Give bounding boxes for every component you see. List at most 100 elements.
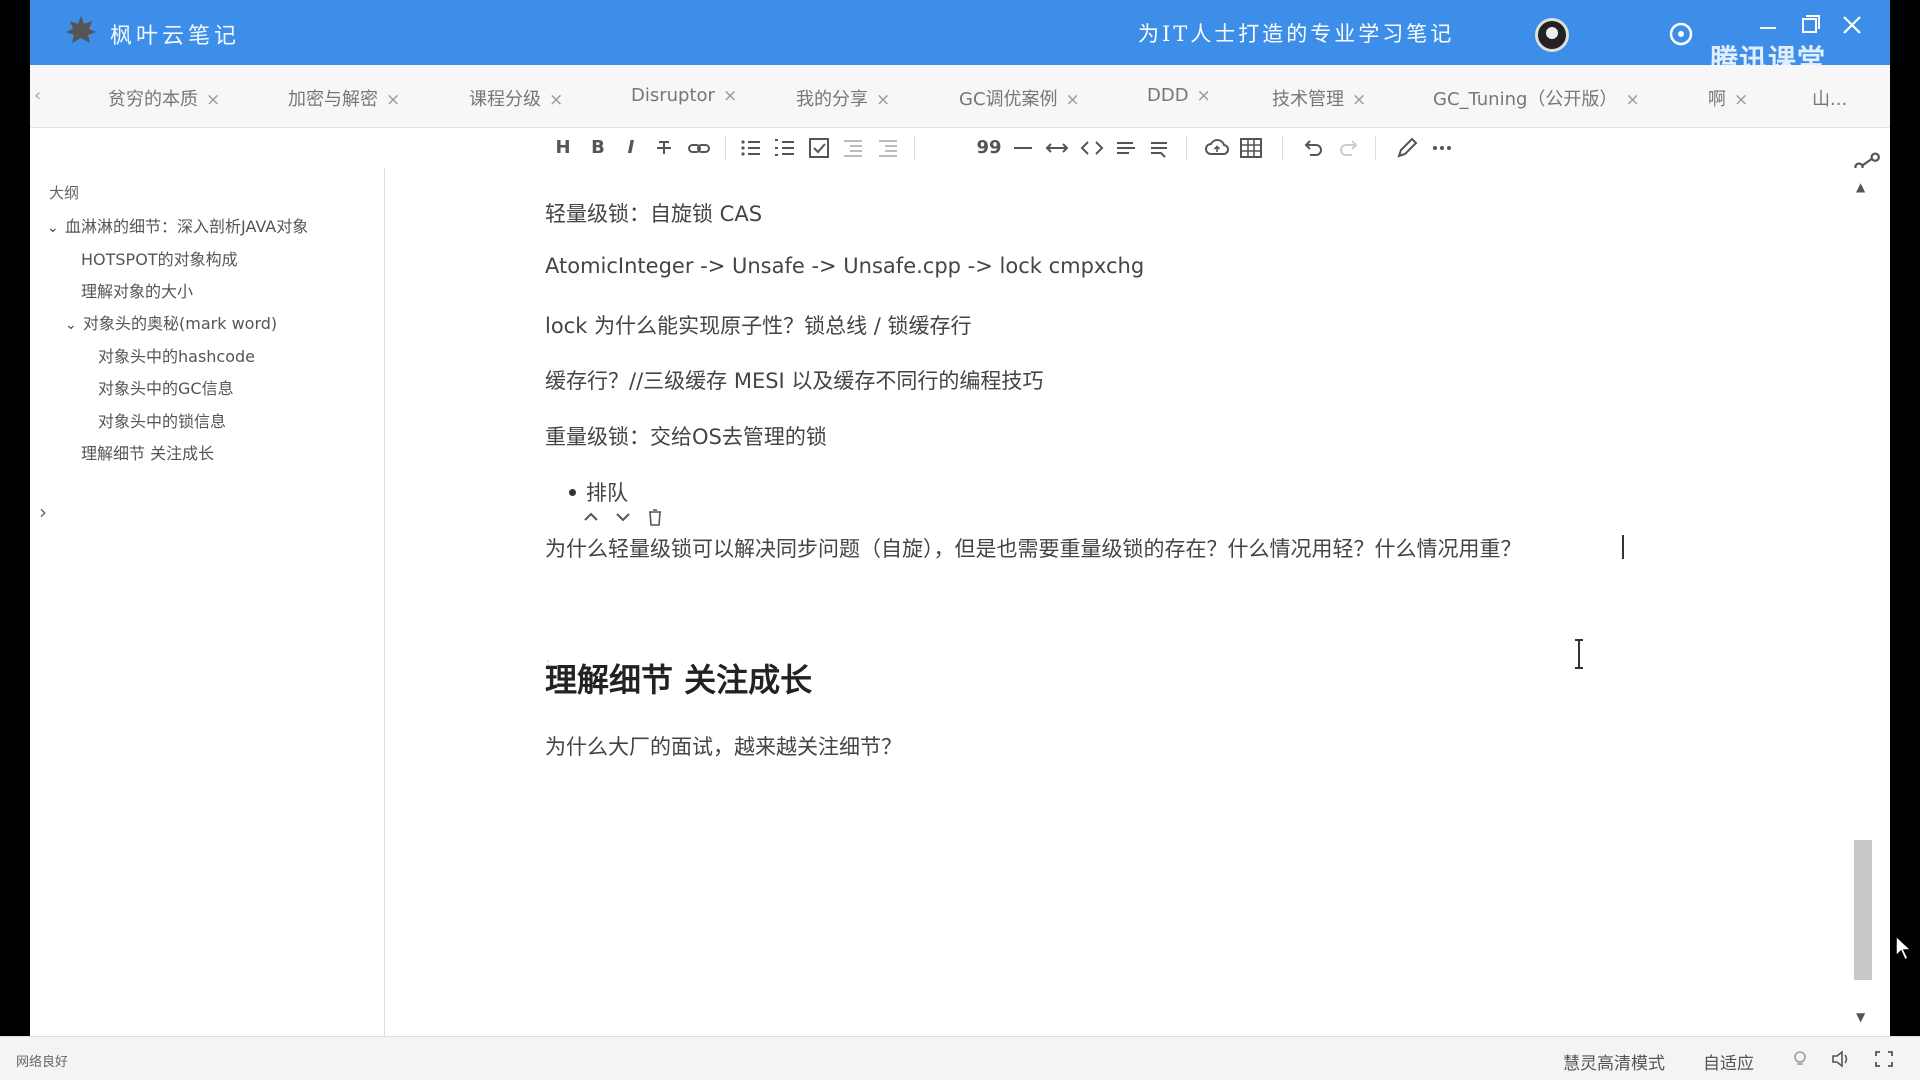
ibeam-cursor-icon [1575,639,1583,669]
volume-icon[interactable] [1830,1049,1852,1069]
code-icon[interactable] [1079,135,1105,161]
tab-close-icon[interactable]: × [1197,86,1211,106]
minimize-window-icon[interactable] [1750,10,1786,42]
outline-item-label: 理解细节 关注成长 [81,444,215,463]
outdent-icon[interactable] [840,135,866,161]
scrollbar-thumb[interactable] [1854,840,1872,980]
chevron-right-icon[interactable]: › [39,500,47,524]
horizontal-rule-icon[interactable] [1010,135,1036,161]
paragraph[interactable]: AtomicInteger -> Unsafe -> Unsafe.cpp ->… [545,254,1144,278]
bulb-icon[interactable] [1789,1049,1811,1069]
tab-label: DDD [1147,85,1189,106]
tab-close-icon[interactable]: × [1734,90,1748,110]
outline-item-label: 理解对象的大小 [81,282,194,301]
tab-close-icon[interactable]: × [1625,90,1639,110]
tab-overflow[interactable]: 山... [1812,85,1848,110]
toolbar-separator [1282,136,1283,160]
more-icon[interactable] [1429,135,1455,161]
tab-close-icon[interactable]: × [549,90,563,110]
tab-label: 贫穷的本质 [108,89,198,110]
tab-ddd[interactable]: DDD × [1147,85,1211,109]
expand-icon[interactable] [1044,135,1070,161]
bullet-list-icon[interactable] [738,135,764,161]
tab-label: 山... [1812,89,1848,110]
tab-tech-management[interactable]: 技术管理 × [1272,85,1366,110]
tab-disruptor[interactable]: Disruptor × [631,85,737,109]
paragraph[interactable]: lock 为什么能实现原子性？锁总线 / 锁缓存行 [545,310,972,340]
tab-label: 技术管理 [1272,89,1344,110]
gear-icon[interactable] [1666,19,1696,49]
outline-item[interactable]: HOTSPOT的对象构成 [81,246,238,270]
outline-item[interactable]: 对象头中的锁信息 [98,408,226,432]
bullet-item[interactable]: 排队 [586,477,628,507]
tab-course-level[interactable]: 课程分级 × [469,85,563,110]
tab-poverty[interactable]: 贫穷的本质 × [108,85,220,110]
outline-item[interactable]: 对象头中的GC信息 [98,375,234,399]
outline-item[interactable]: 理解对象的大小 [81,278,193,302]
tab-label: GC调优案例 [959,89,1058,110]
close-window-icon[interactable] [1834,10,1870,42]
paragraph[interactable]: 为什么轻量级锁可以解决同步问题（自旋），但是也需要重量级锁的存在？什么情况用轻？… [545,533,1522,563]
status-bar: 网络良好 慧灵高清模式 自适应 [0,1036,1920,1080]
outline-item-label: HOTSPOT的对象构成 [81,250,238,269]
section-heading[interactable]: 理解细节 关注成长 [545,655,812,701]
outline-item[interactable]: 理解细节 关注成长 [81,440,214,464]
tab-label: 加密与解密 [288,89,378,110]
tab-ah[interactable]: 啊 × [1708,85,1748,110]
strikethrough-icon[interactable] [651,135,677,161]
tab-label: GC_Tuning（公开版） [1433,89,1618,110]
tab-gc-cases[interactable]: GC调优案例 × [959,85,1080,110]
inline-code-icon[interactable] [1113,135,1139,161]
outline-item[interactable]: ⌄ 血淋淋的细节：深入剖析JAVA对象 [47,213,308,237]
heading-button[interactable]: H [550,135,576,161]
table-icon[interactable] [1238,135,1264,161]
bullet-dot [569,489,576,496]
quality-mode-button[interactable]: 慧灵高清模式 [1563,1049,1665,1074]
tab-close-icon[interactable]: × [1352,90,1366,110]
maximize-window-icon[interactable] [1792,10,1828,42]
quote-button[interactable]: 99 [976,135,1002,161]
cloud-upload-icon[interactable] [1204,135,1230,161]
checkbox-list-icon[interactable] [806,135,832,161]
tab-close-icon[interactable]: × [206,90,220,110]
indent-icon[interactable] [875,135,901,161]
tab-close-icon[interactable]: × [876,90,890,110]
chevron-up-icon[interactable] [580,506,602,528]
fullscreen-icon[interactable] [1873,1049,1895,1069]
paragraph[interactable]: 轻量级锁：自旋锁 CAS [545,198,762,228]
tab-gc-tuning[interactable]: GC_Tuning（公开版） × [1433,85,1640,110]
code-block-icon[interactable] [1147,135,1173,161]
tab-close-icon[interactable]: × [1066,90,1080,110]
redo-icon[interactable] [1336,135,1362,161]
maple-leaf-logo-icon [66,16,96,43]
outline-item[interactable]: ⌄ 对象头的奥秘(mark word) [65,310,277,334]
fit-mode-button[interactable]: 自适应 [1703,1049,1754,1074]
trash-icon[interactable] [644,506,666,528]
paragraph[interactable]: 重量级锁：交给OS去管理的锁 [545,421,827,451]
tab-label: 啊 [1708,89,1726,110]
outline-item[interactable]: 对象头中的hashcode [98,343,255,367]
italic-button[interactable]: I [618,135,644,161]
tab-scroll-left-icon[interactable]: ‹ [34,85,41,106]
pencil-icon[interactable] [1394,135,1420,161]
editor-content[interactable]: 轻量级锁：自旋锁 CAS AtomicInteger -> Unsafe -> … [386,168,1890,1036]
undo-icon[interactable] [1300,135,1326,161]
tab-my-share[interactable]: 我的分享 × [796,85,890,110]
tab-close-icon[interactable]: × [386,90,400,110]
chevron-down-icon[interactable] [612,506,634,528]
tab-close-icon[interactable]: × [723,86,737,106]
bold-button[interactable]: B [585,135,611,161]
tab-label: Disruptor [631,85,715,106]
chevron-down-icon[interactable]: ⌄ [65,317,79,333]
network-status: 网络良好 [16,1055,69,1070]
link-icon[interactable] [686,135,712,161]
scroll-up-icon[interactable]: ▲ [1856,180,1865,194]
tab-crypto[interactable]: 加密与解密 × [288,85,400,110]
scroll-down-icon[interactable]: ▼ [1856,1010,1865,1024]
outline-item-label: 对象头的奥秘(mark word) [83,314,278,333]
chevron-down-icon[interactable]: ⌄ [47,220,61,236]
paragraph[interactable]: 缓存行？//三级缓存 MESI 以及缓存不同行的编程技巧 [545,365,1043,395]
user-avatar[interactable] [1535,18,1569,52]
paragraph[interactable]: 为什么大厂的面试，越来越关注细节？ [545,731,902,761]
numbered-list-icon[interactable] [772,135,798,161]
